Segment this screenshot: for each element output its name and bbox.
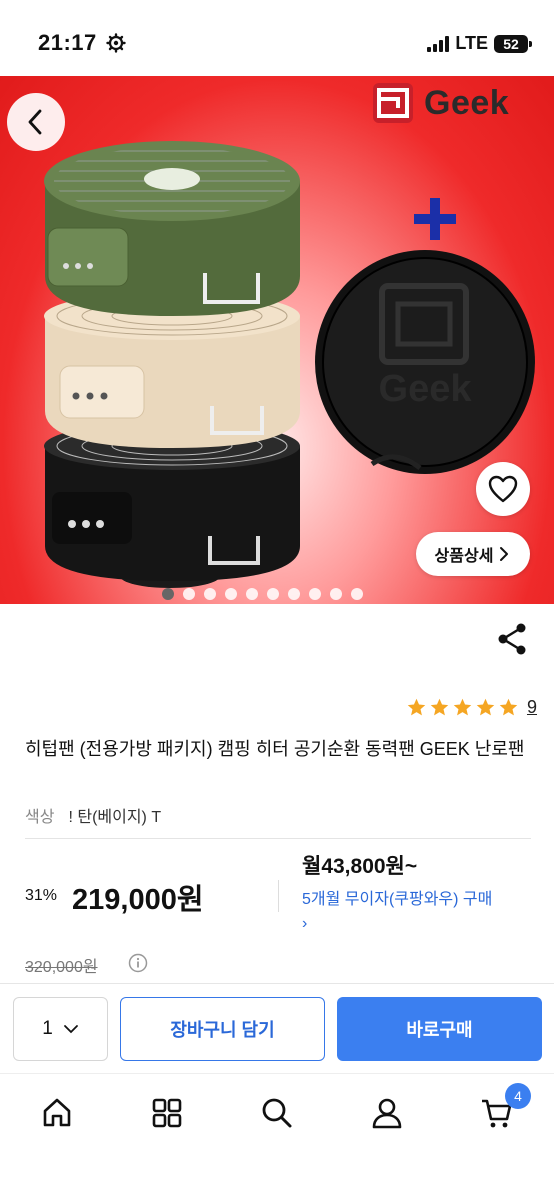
carousel-dot [162, 588, 174, 600]
installment-text: 5개월 무이자(쿠팡와우) 구매 [302, 891, 493, 908]
plus-icon [414, 198, 456, 240]
brand-name: Geek [424, 83, 510, 122]
status-indicators: LTE 52 [427, 33, 532, 54]
bottom-nav: 4 [0, 1073, 554, 1200]
status-bar: 21:17 LTE 52 [0, 0, 554, 76]
back-button[interactable] [7, 93, 65, 151]
carousel-indicator [162, 588, 363, 600]
discount-rate: 31% [25, 887, 58, 904]
carousel-dot [204, 588, 216, 600]
carousel-dot [309, 588, 321, 600]
product-image-carousel[interactable]: Geek Geek 상품상세 [0, 76, 554, 604]
review-count[interactable]: 9 [527, 697, 537, 718]
star-icon [453, 698, 472, 716]
brand-logo: Geek [372, 82, 509, 124]
product-detail-button[interactable]: 상품상세 [416, 532, 530, 576]
chevron-left-icon [28, 109, 42, 135]
battery-icon: 52 [494, 34, 532, 53]
status-time: 21:17 [38, 30, 97, 55]
share-icon[interactable] [496, 622, 528, 656]
product-title: 히텁팬 (전용가방 패키지) 캠핑 히터 공기순환 동력팬 GEEK 난로팬 [25, 739, 525, 759]
star-icon [499, 698, 518, 716]
home-icon[interactable] [40, 1096, 74, 1130]
installment-link[interactable]: 5개월 무이자(쿠팡와우) 구매 › [302, 888, 502, 936]
carousel-dot [183, 588, 195, 600]
battery-level: 52 [503, 35, 519, 52]
info-icon[interactable] [128, 953, 148, 973]
add-to-cart-button[interactable]: 장바구니 담기 [120, 997, 325, 1061]
category-icon[interactable] [150, 1096, 184, 1130]
rating-stars [406, 697, 519, 718]
network-type: LTE [455, 33, 488, 53]
chevron-right-icon [500, 547, 509, 561]
sale-price: 219,000원 [72, 884, 204, 916]
buy-now-button[interactable]: 바로구매 [337, 997, 542, 1061]
option-value: ! 탄(베이지) T [68, 809, 162, 826]
chevron-right-icon: › [302, 915, 308, 932]
option-label: 색상 [25, 809, 55, 826]
purchase-bar: 1 장바구니 담기 바로구매 [0, 983, 554, 1073]
original-price: 320,000원 [25, 959, 98, 976]
search-icon[interactable] [260, 1096, 294, 1130]
signal-icon [427, 35, 450, 52]
star-icon [476, 698, 495, 716]
product-image: Geek [44, 141, 535, 588]
carousel-dot [267, 588, 279, 600]
carousel-dot [351, 588, 363, 600]
price-divider [278, 880, 279, 912]
selected-option: 색상 ! 탄(베이지) T [25, 803, 161, 827]
product-rating[interactable]: 9 [406, 697, 537, 718]
my-page-icon[interactable] [370, 1096, 404, 1130]
wishlist-button[interactable] [476, 462, 530, 516]
monthly-price: 월43,800원~ [302, 855, 418, 878]
quantity-value: 1 [42, 1018, 53, 1039]
divider [25, 838, 531, 839]
star-icon [407, 698, 426, 716]
pouch-logo-text: Geek [379, 368, 473, 410]
carousel-dot [330, 588, 342, 600]
star-icon [430, 698, 449, 716]
brand-mark-icon [373, 83, 413, 123]
chevron-down-icon [63, 1025, 78, 1034]
heart-icon [488, 475, 518, 503]
carousel-dot [225, 588, 237, 600]
cart-count-badge: 4 [505, 1083, 531, 1109]
carousel-dot [288, 588, 300, 600]
settings-gear-icon [106, 33, 126, 53]
quantity-select[interactable]: 1 [13, 997, 108, 1061]
carousel-dot [246, 588, 258, 600]
product-detail-label: 상품상세 [434, 548, 494, 565]
